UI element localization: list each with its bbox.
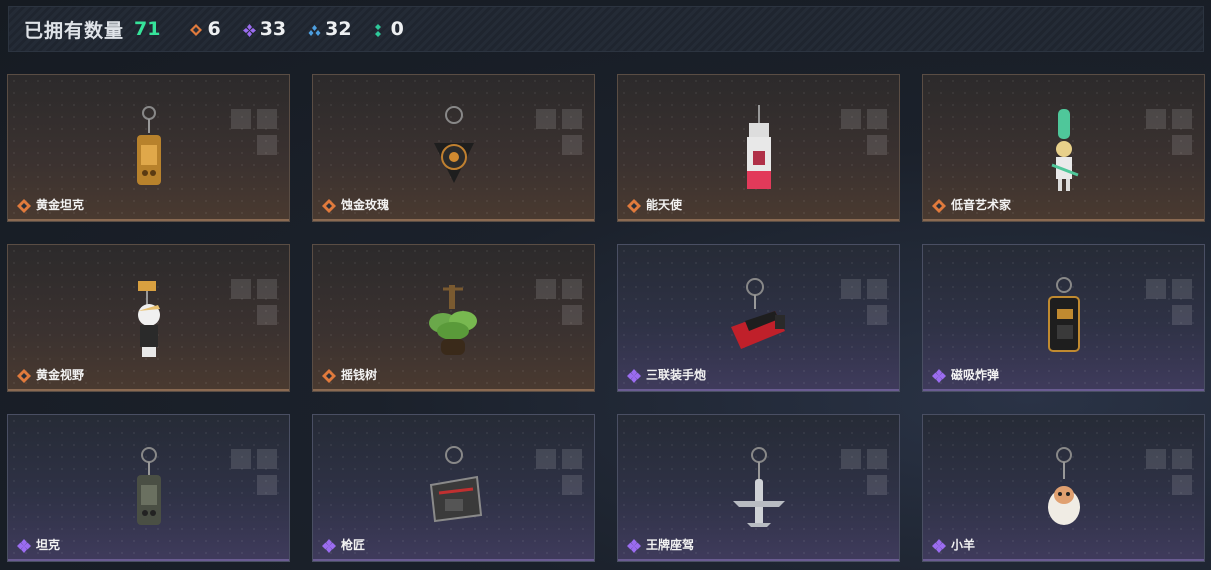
magnetic-bomb-charm-image [1039,275,1089,369]
angel-charm-image [739,105,779,199]
money-tree-charm-image [419,275,489,369]
bass-artist-charm-image [1044,105,1084,199]
item-name: 能天使 [646,198,683,212]
item-name: 小羊 [951,538,976,552]
golden-vision-charm-image [124,275,174,369]
ace-aircraft-charm-image [729,445,789,539]
item-name: 黄金视野 [36,368,85,382]
item-card[interactable]: 低音艺术家 [922,74,1205,222]
stat-orange: 6 [190,18,221,40]
purple-rarity-icon [932,538,946,553]
tank-charm-image [129,445,169,539]
stat-blue-value: 32 [325,18,352,40]
item-name: 低音艺术家 [951,198,1012,212]
gold-rarity-icon [932,198,946,213]
green-dots-icon [374,24,384,37]
item-name: 蚀金玫瑰 [341,198,390,212]
gold-rarity-icon [322,368,336,383]
purple-rarity-icon [932,368,946,383]
purple-rarity-icon [627,538,641,553]
orange-diamond-icon [190,24,203,36]
purple-rarity-icon [627,368,641,383]
gold-rarity-icon [17,198,31,213]
stat-purple-value: 33 [259,18,287,40]
item-name: 磁吸炸弹 [951,368,1000,382]
owned-label: 已拥有数量 [24,19,125,42]
gold-rarity-icon [17,368,31,383]
item-card[interactable]: 枪匠 [312,414,595,562]
item-card[interactable]: 蚀金玫瑰 [312,74,595,222]
item-name: 三联装手炮 [646,368,707,382]
item-card[interactable]: 坦克 [7,414,290,562]
stat-blue: 32 [308,18,352,40]
purple-rarity-icon [17,538,31,553]
header-bar: 已拥有数量 71 6 33 32 0 [8,6,1204,52]
owned-count: 71 [134,18,161,40]
stat-green: 0 [374,18,404,40]
purple-diamond-icon [242,24,256,37]
item-name: 黄金坦克 [36,198,85,212]
item-name: 枪匠 [341,538,366,552]
stat-green-value: 0 [390,18,404,40]
eclipse-rose-charm-image [424,105,484,199]
golden-tank-charm-image [129,105,169,199]
stat-orange-value: 6 [207,18,221,40]
stat-purple: 33 [242,18,287,40]
triple-hand-cannon-charm-image [719,275,799,369]
item-card[interactable]: 王牌座驾 [617,414,900,562]
item-card[interactable]: 磁吸炸弹 [922,244,1205,392]
item-card[interactable]: 黄金视野 [7,244,290,392]
gunsmith-charm-image [419,445,489,539]
item-name: 摇钱树 [341,368,378,382]
gold-rarity-icon [322,198,336,213]
item-card[interactable]: 小羊 [922,414,1205,562]
item-name: 坦克 [36,538,61,552]
item-card[interactable]: 黄金坦克 [7,74,290,222]
item-card[interactable]: 摇钱树 [312,244,595,392]
gold-rarity-icon [627,198,641,213]
item-name: 王牌座驾 [646,538,695,552]
lamb-charm-image [1039,445,1089,539]
purple-rarity-icon [322,538,336,553]
item-card[interactable]: 能天使 [617,74,900,222]
item-card[interactable]: 三联装手炮 [617,244,900,392]
blue-diamond-icon [308,24,321,36]
